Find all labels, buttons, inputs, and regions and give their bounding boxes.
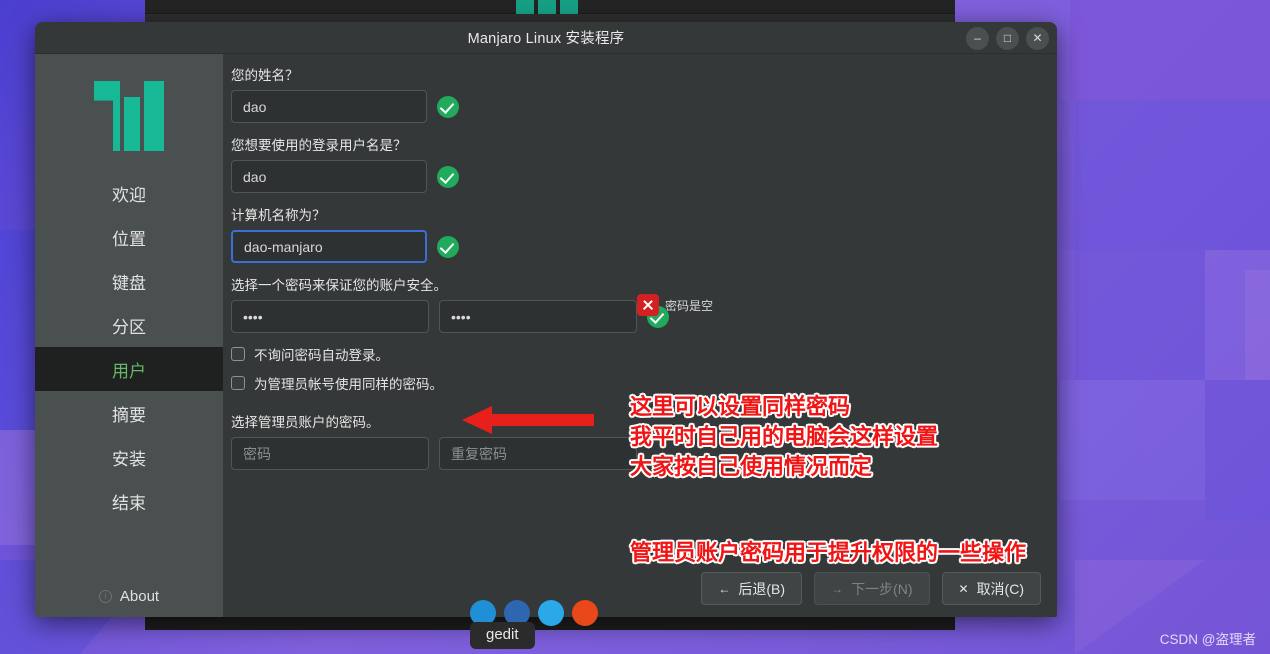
annotation-line-3: 大家按自己使用情况而定 xyxy=(630,454,873,479)
username-input[interactable] xyxy=(231,160,427,193)
arrow-right-icon: → xyxy=(831,581,844,596)
admin-password-error: 密码是空 xyxy=(637,294,713,316)
fullname-group: 您的姓名？ xyxy=(231,64,1035,123)
same-admin-password-label: 为管理员帐号使用同样的密码。 xyxy=(254,377,443,392)
sidebar-item-location[interactable]: 位置 xyxy=(35,215,223,259)
dock-tooltip: gedit xyxy=(470,622,535,649)
user-password-input[interactable] xyxy=(231,300,429,333)
red-left-arrow-icon xyxy=(462,406,594,434)
next-button-label: 下一步(N) xyxy=(851,580,913,597)
sidebar-item-keyboard[interactable]: 键盘 xyxy=(35,259,223,303)
admin-password-repeat-input[interactable] xyxy=(439,437,637,470)
background-window-titlebar xyxy=(145,0,955,14)
hostname-input[interactable] xyxy=(231,230,427,263)
annotation-bottom: 管理员账户密码用于提升权限的一些操作 xyxy=(630,540,1027,565)
titlebar: Manjaro Linux 安装程序 – □ ✕ xyxy=(35,22,1057,54)
user-password-repeat-input[interactable] xyxy=(439,300,637,333)
maximize-icon[interactable]: □ xyxy=(996,26,1019,50)
window-title: Manjaro Linux 安装程序 xyxy=(467,31,625,47)
hostname-group: 计算机名称为？ xyxy=(231,204,1035,263)
autologin-checkbox-row[interactable]: 不询问密码自动登录。 xyxy=(231,344,1035,364)
hostname-valid-icon xyxy=(437,235,459,258)
manjaro-logo-icon xyxy=(94,81,164,151)
watermark: CSDN @盗理者 xyxy=(1159,632,1256,647)
username-valid-icon xyxy=(437,165,459,188)
sidebar-item-finish[interactable]: 结束 xyxy=(35,479,223,523)
about-button-label: About xyxy=(119,588,160,605)
sidebar-item-partition[interactable]: 分区 xyxy=(35,303,223,347)
window-controls: – □ ✕ xyxy=(966,22,1049,54)
fullname-input[interactable] xyxy=(231,90,427,123)
about-button[interactable]: i About xyxy=(35,588,223,605)
username-label: 您想要使用的登录用户名是？ xyxy=(231,138,407,153)
fullname-label: 您的姓名？ xyxy=(231,68,299,83)
manjaro-logo-small xyxy=(516,0,584,14)
close-icon[interactable]: ✕ xyxy=(1026,26,1049,50)
annotation-line-1: 这里可以设置同样密码 xyxy=(630,394,851,419)
desktop: gedit Manjaro Linux 安装程序 – □ ✕ 欢迎 位置 键盘 … xyxy=(0,0,1270,654)
minimize-icon[interactable]: – xyxy=(966,26,989,50)
admin-password-input[interactable] xyxy=(231,437,429,470)
sidebar-item-summary[interactable]: 摘要 xyxy=(35,391,223,435)
sidebar-item-welcome[interactable]: 欢迎 xyxy=(35,171,223,215)
back-button[interactable]: ← 后退(B) xyxy=(701,572,803,605)
user-password-group: 选择一个密码来保证您的账户安全。 xyxy=(231,274,1035,333)
same-admin-password-checkbox-row[interactable]: 为管理员帐号使用同样的密码。 xyxy=(231,373,1035,393)
cancel-button-label: 取消(C) xyxy=(976,580,1024,597)
user-setup-form: 您的姓名？ 您想要使用的登录用户名是？ 计算机名称为？ xyxy=(223,54,1057,617)
sidebar-item-users[interactable]: 用户 xyxy=(35,347,223,391)
sidebar-item-install[interactable]: 安装 xyxy=(35,435,223,479)
next-button[interactable]: → 下一步(N) xyxy=(814,572,930,605)
hostname-label: 计算机名称为？ xyxy=(231,208,326,223)
user-password-label: 选择一个密码来保证您的账户安全。 xyxy=(231,278,447,293)
app-icon-3[interactable] xyxy=(538,600,564,626)
back-button-label: 后退(B) xyxy=(738,580,786,597)
cancel-button[interactable]: ✕ 取消(C) xyxy=(941,572,1041,605)
app-icon-4[interactable] xyxy=(572,600,598,626)
admin-password-error-text: 密码是空 xyxy=(665,298,714,313)
same-admin-password-checkbox[interactable] xyxy=(231,376,245,390)
annotation-block-top: 这里可以设置同样密码 我平时自己用的电脑会这样设置 大家按自己使用情况而定 xyxy=(630,392,938,482)
username-group: 您想要使用的登录用户名是？ xyxy=(231,134,1035,193)
annotation-line-2: 我平时自己用的电脑会这样设置 xyxy=(630,424,939,449)
close-x-icon: ✕ xyxy=(958,581,969,596)
sidebar: 欢迎 位置 键盘 分区 用户 摘要 安装 结束 i About xyxy=(35,54,223,617)
arrow-left-icon: ← xyxy=(718,581,731,596)
error-x-icon xyxy=(637,294,659,316)
autologin-label: 不询问密码自动登录。 xyxy=(254,348,389,363)
installer-window: Manjaro Linux 安装程序 – □ ✕ 欢迎 位置 键盘 分区 用户 … xyxy=(35,22,1057,617)
autologin-checkbox[interactable] xyxy=(231,347,245,361)
info-icon: i xyxy=(98,590,112,603)
window-content: 欢迎 位置 键盘 分区 用户 摘要 安装 结束 i About 您的姓名？ da… xyxy=(35,54,1057,617)
fullname-valid-icon xyxy=(437,95,459,118)
wizard-buttons: ← 后退(B) → 下一步(N) ✕ 取消(C) xyxy=(701,572,1041,605)
